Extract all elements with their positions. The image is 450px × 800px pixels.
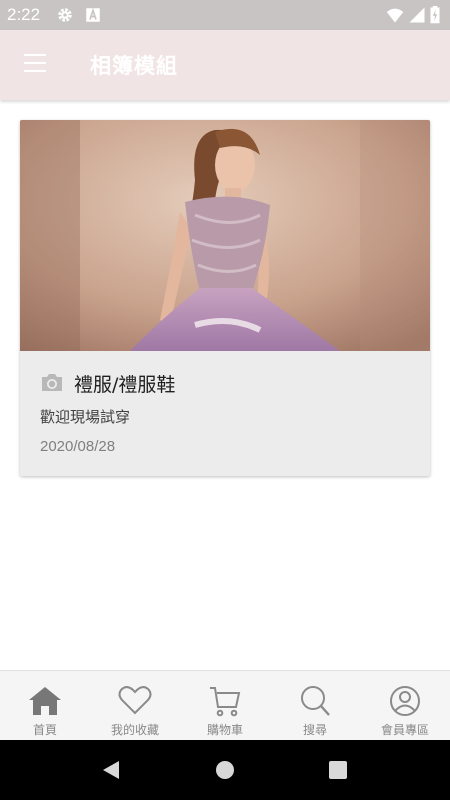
recents-icon[interactable]: [328, 760, 348, 780]
nav-cart-label: 購物車: [206, 723, 243, 737]
back-icon[interactable]: [101, 760, 121, 780]
cart-icon: [210, 687, 241, 717]
search-icon: [301, 686, 330, 716]
battery-icon: [430, 6, 440, 24]
nav-member[interactable]: 會員專區: [360, 671, 450, 741]
nav-search-label: 搜尋: [302, 723, 327, 737]
nav-home[interactable]: 首頁: [0, 671, 90, 741]
nav-member-label: 會員專區: [380, 723, 429, 737]
album-subtitle: 歡迎現場試穿: [40, 408, 131, 426]
album-card[interactable]: 禮服/禮服鞋 歡迎現場試穿 2020/08/28: [20, 120, 430, 476]
album-info: 禮服/禮服鞋 歡迎現場試穿 2020/08/28: [20, 351, 430, 476]
camera-icon: [42, 374, 62, 391]
app-bar: 相簿模組: [0, 30, 450, 100]
wifi-icon: [386, 8, 404, 23]
album-date: 2020/08/28: [40, 438, 116, 455]
dress-photo[interactable]: [20, 120, 430, 351]
status-time: 2:22: [7, 5, 41, 24]
settings-icon: [58, 8, 72, 22]
signal-icon: [409, 7, 425, 23]
system-nav-bar: [0, 740, 450, 800]
heart-icon: [118, 686, 152, 715]
nav-search[interactable]: 搜尋: [270, 671, 360, 741]
nav-favorites[interactable]: 我的收藏: [90, 671, 180, 741]
status-bar: 2:22: [0, 0, 450, 30]
home-circle-icon[interactable]: [215, 760, 235, 780]
member-icon: [390, 686, 420, 716]
nav-home-label: 首頁: [32, 723, 57, 737]
nav-favorites-label: 我的收藏: [110, 723, 159, 737]
a-badge-icon: [86, 7, 100, 22]
album-title: 禮服/禮服鞋: [74, 374, 176, 396]
page-title: 相簿模組: [90, 54, 178, 78]
nav-cart[interactable]: 購物車: [180, 671, 270, 741]
home-icon: [29, 687, 61, 715]
bottom-nav: 首頁 我的收藏 購物車 搜尋 會員專區: [0, 670, 450, 741]
hamburger-menu-icon[interactable]: [24, 54, 46, 76]
